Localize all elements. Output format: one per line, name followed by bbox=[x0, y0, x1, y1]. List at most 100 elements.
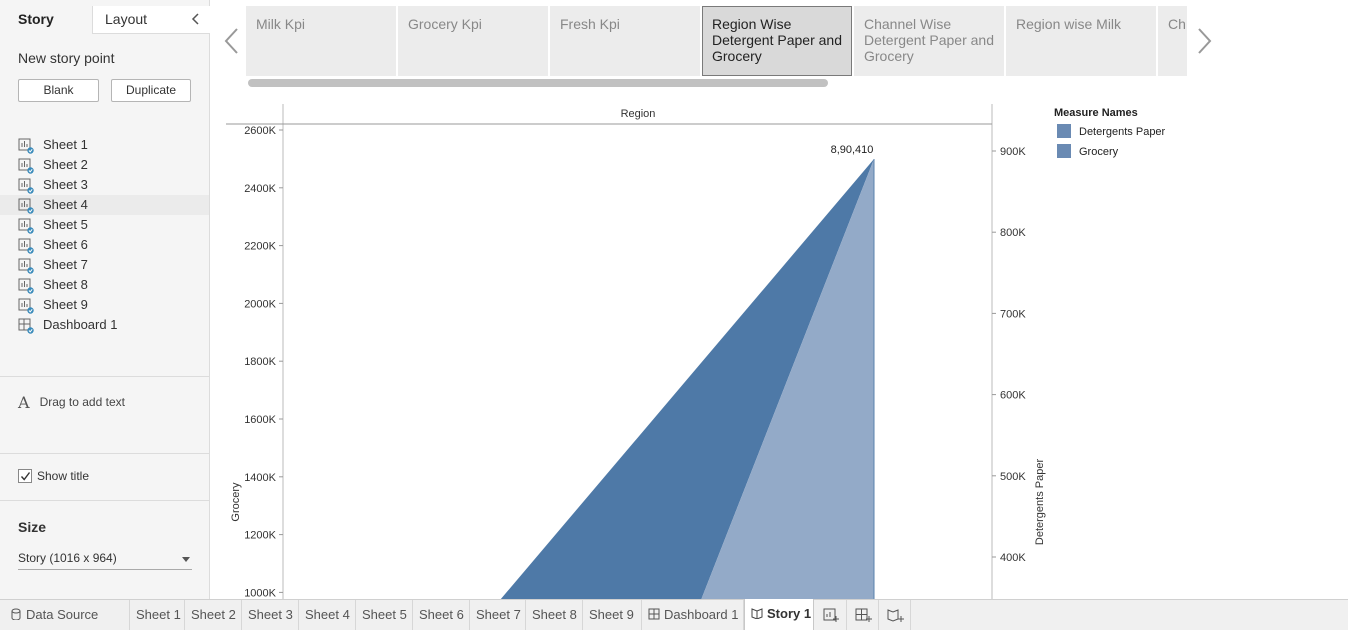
story-point-caption: Region Wise Detergent Paper and Grocery bbox=[712, 16, 842, 64]
sheet-tab[interactable]: Sheet 4 bbox=[299, 600, 356, 630]
left-axis-tick-label: 2200K bbox=[244, 241, 276, 253]
size-value: Story (1016 x 964) bbox=[18, 551, 117, 565]
worksheet-icon bbox=[18, 278, 34, 294]
sheet-list-label: Sheet 7 bbox=[43, 257, 88, 272]
sheet-list-item[interactable]: Sheet 8 bbox=[0, 275, 209, 295]
sheet-list-item[interactable]: Sheet 4 bbox=[0, 195, 209, 215]
sheet-tab[interactable]: Sheet 6 bbox=[413, 600, 470, 630]
story-point-tab[interactable]: Fresh Kpi bbox=[550, 6, 700, 76]
drag-text-label: Drag to add text bbox=[39, 395, 125, 409]
sheet-list-item[interactable]: Sheet 6 bbox=[0, 235, 209, 255]
previous-story-point-icon[interactable] bbox=[222, 26, 242, 56]
sheet-tab[interactable]: Data Source bbox=[0, 600, 130, 630]
sheet-list-label: Sheet 3 bbox=[43, 177, 88, 192]
chevron-down-icon bbox=[182, 557, 190, 562]
sheet-tab[interactable]: Sheet 7 bbox=[470, 600, 526, 630]
sheet-tab[interactable]: Sheet 2 bbox=[185, 600, 242, 630]
duplicate-button[interactable]: Duplicate bbox=[111, 79, 191, 102]
legend-item-grocery[interactable]: Grocery bbox=[1054, 144, 1165, 164]
new-worksheet-icon[interactable] bbox=[822, 606, 842, 624]
database-icon bbox=[11, 608, 21, 620]
worksheet-icon bbox=[18, 138, 34, 154]
legend-item-detergents-paper[interactable]: Detergents Paper bbox=[1054, 124, 1165, 144]
story-point-tab[interactable]: Milk Kpi bbox=[246, 6, 396, 76]
left-axis-tick-label: 1600K bbox=[244, 414, 276, 426]
story-point-caption: Channel Wise Detergent Paper and Grocery bbox=[864, 16, 994, 64]
peak-data-label: 8,90,410 bbox=[831, 144, 874, 156]
right-axis-tick-label: 400K bbox=[1000, 552, 1026, 564]
left-axis-tick-label: 2400K bbox=[244, 183, 276, 195]
story-point-strip: Milk Kpi Grocery Kpi Fresh Kpi Region Wise … bbox=[246, 6, 1187, 76]
sheet-tab[interactable]: Sheet 9 bbox=[583, 600, 642, 630]
worksheet-icon bbox=[18, 198, 34, 214]
next-story-point-icon[interactable] bbox=[1194, 26, 1214, 56]
worksheet-icon bbox=[18, 258, 34, 274]
column-header-region: Region bbox=[621, 108, 656, 120]
sheet-tab[interactable]: Dashboard 1 bbox=[642, 600, 744, 630]
sheet-list-item[interactable]: Dashboard 1 bbox=[0, 315, 209, 335]
divider bbox=[0, 500, 209, 501]
legend: Measure Names Detergents Paper Grocery bbox=[1054, 107, 1165, 164]
sheet-tab-label: Dashboard 1 bbox=[664, 607, 739, 622]
sheet-list: Sheet 1 Sheet 2 Sheet 3 Sheet 4 Sheet 5 Sheet… bbox=[0, 135, 209, 335]
sheet-tab[interactable]: Sheet 3 bbox=[242, 600, 299, 630]
story-point-tab[interactable]: Region Wise Detergent Paper and Grocery bbox=[702, 6, 852, 76]
sheet-tab[interactable]: Sheet 8 bbox=[526, 600, 583, 630]
worksheet-icon bbox=[18, 238, 34, 254]
sheet-tab[interactable]: Story 1 bbox=[744, 599, 814, 630]
sheet-tab-label: Sheet 8 bbox=[532, 607, 577, 622]
story-point-tab[interactable]: Grocery Kpi bbox=[398, 6, 548, 76]
blank-button[interactable]: Blank bbox=[18, 79, 99, 102]
story-point-tab[interactable]: Region wise Milk bbox=[1006, 6, 1156, 76]
sheet-tab-bar: Data Source Sheet 1 Sheet 2 Sheet 3 Sheet 4 S… bbox=[0, 599, 1348, 630]
sheet-list-item[interactable]: Sheet 1 bbox=[0, 135, 209, 155]
sheet-tab[interactable]: Sheet 1 bbox=[130, 600, 185, 630]
sheet-list-label: Sheet 6 bbox=[43, 237, 88, 252]
show-title-toggle[interactable]: Show title bbox=[18, 469, 89, 483]
tab-story[interactable]: Story bbox=[0, 6, 92, 34]
legend-swatch bbox=[1057, 144, 1071, 158]
sheet-tab[interactable]: Sheet 5 bbox=[356, 600, 413, 630]
left-axis-tick-label: 1400K bbox=[244, 472, 276, 484]
area-chart: Region 2600K 2400K 2200K 2000K 1800K 1600K 140… bbox=[226, 104, 1046, 600]
dashboard-icon bbox=[18, 318, 34, 334]
left-axis-label: Grocery bbox=[230, 482, 242, 522]
new-story-icon[interactable] bbox=[886, 606, 906, 624]
show-title-checkbox[interactable] bbox=[18, 469, 32, 483]
sheet-tab-label: Sheet 2 bbox=[191, 607, 236, 622]
drag-to-add-text[interactable]: A Drag to add text bbox=[18, 393, 125, 412]
worksheet-icon bbox=[18, 218, 34, 234]
sheet-list-item[interactable]: Sheet 2 bbox=[0, 155, 209, 175]
tab-layout[interactable]: Layout bbox=[92, 6, 210, 34]
left-axis-tick-label: 1200K bbox=[244, 530, 276, 542]
sheet-list-item[interactable]: Sheet 9 bbox=[0, 295, 209, 315]
legend-label: Detergents Paper bbox=[1079, 126, 1166, 138]
legend-label: Grocery bbox=[1079, 146, 1119, 158]
story-navigator: Milk Kpi Grocery Kpi Fresh Kpi Region Wise … bbox=[210, 0, 1226, 92]
story-point-tab[interactable]: Ch De Fro bbox=[1158, 6, 1187, 76]
story-point-caption: Grocery Kpi bbox=[408, 16, 482, 32]
sheet-list-item[interactable]: Sheet 7 bbox=[0, 255, 209, 275]
sheet-list-item[interactable]: Sheet 5 bbox=[0, 215, 209, 235]
dashboard-icon bbox=[648, 608, 660, 620]
right-axis-tick-label: 800K bbox=[1000, 227, 1026, 239]
show-title-label: Show title bbox=[37, 469, 90, 483]
divider bbox=[0, 453, 209, 454]
size-dropdown[interactable]: Story (1016 x 964) bbox=[18, 548, 192, 570]
right-axis-tick-label: 700K bbox=[1000, 308, 1026, 320]
left-axis-tick-label: 1800K bbox=[244, 356, 276, 368]
left-axis-tick-label: 1000K bbox=[244, 587, 276, 599]
right-axis-tick-label: 900K bbox=[1000, 146, 1026, 158]
left-axis: 2600K 2400K 2200K 2000K 1800K 1600K 1400K 1200K… bbox=[244, 125, 283, 599]
checkmark-icon bbox=[20, 472, 31, 481]
story-point-tab[interactable]: Channel Wise Detergent Paper and Grocery bbox=[854, 6, 1004, 76]
divider bbox=[846, 600, 847, 630]
sheet-list-label: Dashboard 1 bbox=[43, 317, 118, 332]
collapse-panel-icon[interactable] bbox=[190, 13, 202, 25]
sheet-list-label: Sheet 8 bbox=[43, 277, 88, 292]
right-axis-tick-label: 600K bbox=[1000, 390, 1026, 402]
new-dashboard-icon[interactable] bbox=[854, 606, 874, 624]
story-nav-scrollbar[interactable] bbox=[248, 79, 828, 87]
divider bbox=[0, 376, 209, 377]
sheet-list-item[interactable]: Sheet 3 bbox=[0, 175, 209, 195]
